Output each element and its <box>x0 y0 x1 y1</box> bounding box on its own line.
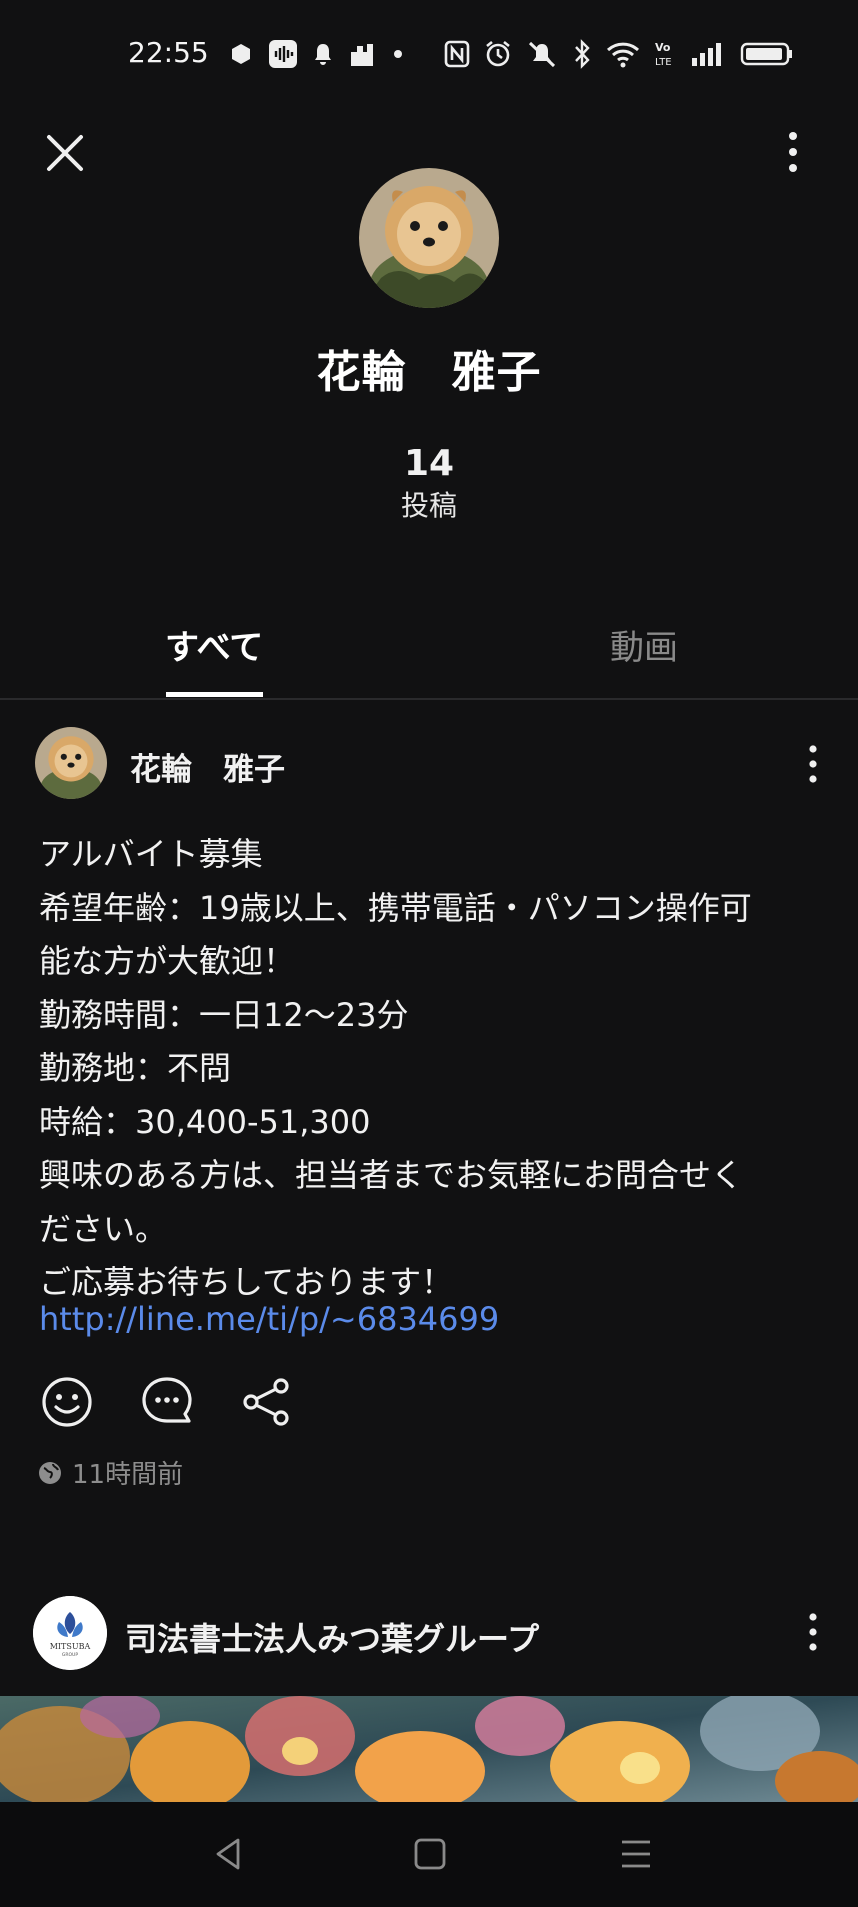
app-notification-icon <box>232 44 250 64</box>
post-more-icon[interactable] <box>800 742 826 786</box>
post-link[interactable]: http://line.me/ti/p/~6834699 <box>39 1300 499 1338</box>
menu-icon[interactable] <box>614 1832 658 1876</box>
dot-icon <box>394 50 402 58</box>
tab-indicator <box>166 692 263 697</box>
svg-text:LTE: LTE <box>655 57 672 68</box>
tab-videos[interactable]: 動画 <box>610 620 678 669</box>
home-icon[interactable] <box>408 1832 452 1876</box>
close-icon[interactable] <box>40 128 90 178</box>
org-author-name[interactable]: 司法書士法人みつ葉グループ <box>125 1614 539 1660</box>
smile-icon[interactable] <box>39 1374 95 1430</box>
mute-icon <box>528 41 556 68</box>
tabs-divider <box>0 698 858 700</box>
comment-icon[interactable] <box>139 1374 195 1430</box>
battery-icon <box>740 42 792 66</box>
status-time: 22:55 <box>128 36 209 69</box>
status-icons: Vo LTE <box>228 36 794 72</box>
globe-icon <box>39 1461 61 1484</box>
volte-icon: Vo LTE <box>655 41 672 68</box>
bluetooth-icon <box>575 39 590 69</box>
post-image[interactable] <box>0 1696 858 1802</box>
org-avatar[interactable]: MITSUBA GROUP <box>33 1596 107 1670</box>
post-author-name[interactable]: 花輪 雅子 <box>130 744 285 789</box>
logo-subtext: GROUP <box>62 1652 78 1658</box>
building-app-icon <box>351 44 373 66</box>
svg-text:Vo: Vo <box>655 41 671 54</box>
profile-avatar[interactable] <box>359 168 499 308</box>
post-actions <box>39 1374 295 1430</box>
post-count: 14 <box>403 443 455 484</box>
post-count-label: 投稿 <box>400 489 457 522</box>
alarm-icon <box>486 40 510 67</box>
tab-all[interactable]: すべて <box>165 620 263 669</box>
bell-icon <box>315 44 331 65</box>
nfc-icon <box>444 40 470 68</box>
share-icon[interactable] <box>239 1374 295 1430</box>
back-icon[interactable] <box>206 1832 250 1876</box>
post-author-avatar[interactable] <box>35 727 107 799</box>
logo-text: MITSUBA <box>50 1642 91 1651</box>
post-body-text: アルバイト募集 希望年齢：19歳以上、携帯電話・パソコン操作可 能な方が大歓迎！… <box>39 835 752 1301</box>
post-timestamp: 11時間前 <box>72 1460 184 1490</box>
signal-icon <box>692 43 721 66</box>
wifi-icon <box>606 42 640 68</box>
audio-app-icon <box>269 40 297 68</box>
profile-name: 花輪 雅子 <box>316 347 542 398</box>
post-time-row: 11時間前 <box>38 1454 183 1491</box>
org-post-more-icon[interactable] <box>800 1610 826 1654</box>
more-options-icon[interactable] <box>776 128 810 178</box>
